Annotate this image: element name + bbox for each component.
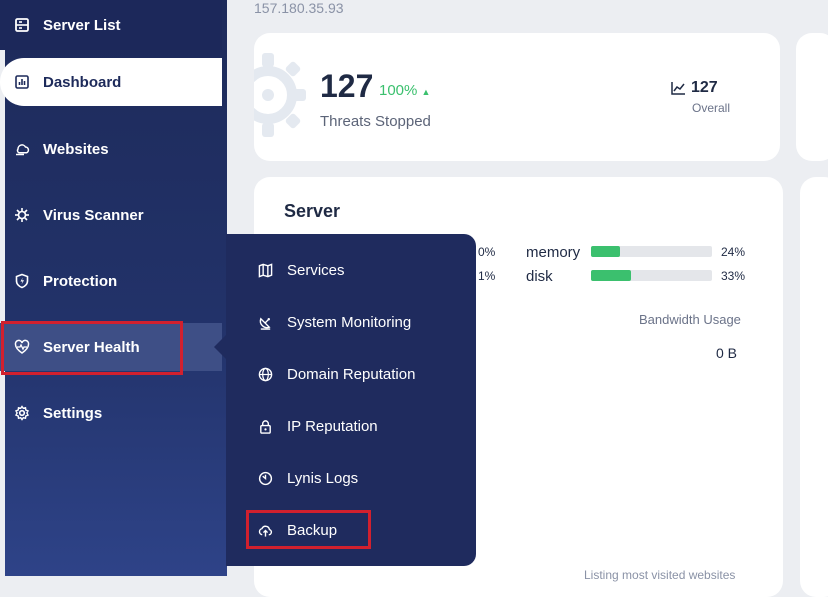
shield-icon [14,273,30,289]
sidebar-item-label: Dashboard [43,73,122,91]
server-title: Server [284,201,341,221]
disk-label: disk [526,268,553,285]
disk-bar-fill [591,270,631,281]
websites-icon [14,141,30,157]
secondary-card [796,33,828,161]
sidebar-item-label: Protection [43,272,118,290]
line-chart-icon [671,82,685,95]
submenu-item-lynis-logs[interactable]: Lynis Logs [258,466,358,490]
sidebar-item-label: Websites [43,140,109,158]
submenu-item-label: Lynis Logs [287,469,359,487]
dashboard-icon [14,74,30,90]
submenu-item-label: Domain Reputation [287,365,416,383]
sidebar-item-dashboard[interactable]: Dashboard [0,58,222,106]
submenu-item-ip-reputation[interactable]: IP Reputation [258,414,378,438]
overall-label: Overall [692,101,731,115]
sidebar-item-label: Settings [43,404,103,422]
backup-highlight [246,510,371,549]
bandwidth-value: 0 B [716,345,738,361]
clock-icon [258,470,274,486]
memory-bar-fill [591,246,621,257]
sidebar-item-server-list[interactable]: Server List [0,0,222,50]
threats-label: Threats Stopped [320,113,431,130]
threats-change: 100% ▲ [379,82,431,99]
sidebar-item-protection[interactable]: Protection [0,257,222,305]
memory-label: memory [526,244,581,261]
disk-percent: 33% [721,269,746,283]
gear-icon [14,405,30,421]
satellite-dish-icon [258,314,274,330]
threats-count: 127 [320,68,374,104]
submenu-item-system-monitoring[interactable]: System Monitoring [258,310,411,334]
server-ip: 157.180.35.93 [254,0,344,16]
submenu-item-label: Services [287,261,345,279]
sidebar-item-virus-scanner[interactable]: Virus Scanner [0,191,222,239]
submenu-item-label: System Monitoring [287,313,412,331]
listing-label: Listing most visited websites [584,568,736,582]
globe-icon [258,366,274,382]
submenu-item-services[interactable]: Services [258,258,345,282]
sidebar-item-websites[interactable]: Websites [0,125,222,173]
sidebar-item-label: Virus Scanner [43,206,144,224]
virus-decor-icon [254,53,306,137]
disk-bar [591,270,712,281]
bandwidth-label: Bandwidth Usage [639,312,741,327]
sidebar-item-label: Server List [43,16,121,34]
submenu-item-domain-reputation[interactable]: Domain Reputation [258,362,415,386]
submenu-item-label: IP Reputation [287,417,378,435]
map-icon [258,262,274,278]
memory-percent: 24% [721,245,746,259]
server-list-icon [14,17,30,33]
server-health-highlight [1,321,183,375]
lock-icon [258,418,274,434]
cpu-percent: 0% [478,245,496,259]
secondary-card-2 [800,177,828,597]
submenu-pointer [214,335,226,359]
virus-scanner-icon [14,207,30,223]
overall-count: 127 [691,79,718,96]
memory-bar [591,246,712,257]
sidebar-item-settings[interactable]: Settings [0,389,222,437]
load-percent: 1% [478,269,496,283]
